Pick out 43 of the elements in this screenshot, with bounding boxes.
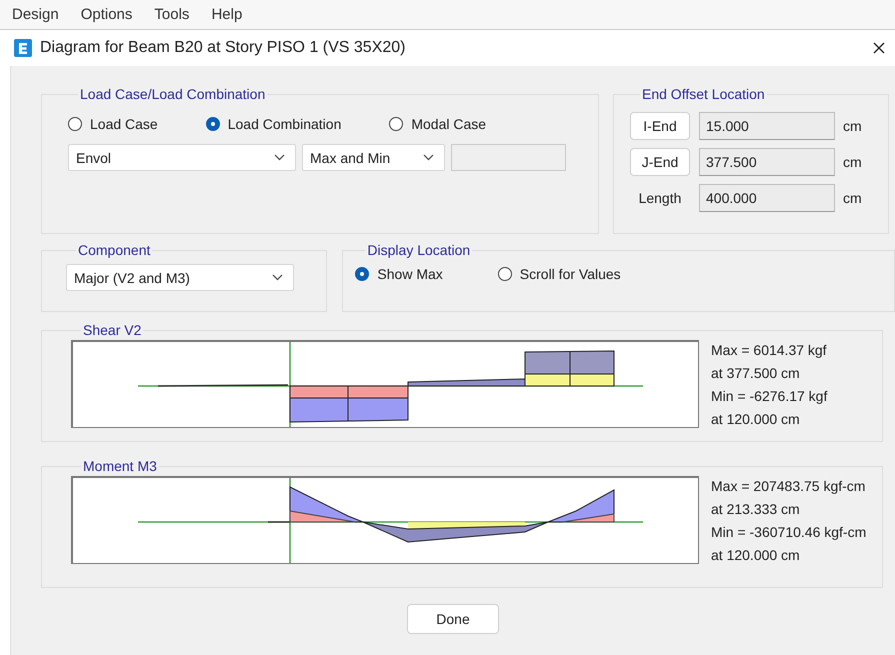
input-field[interactable]: 15.000: [699, 112, 835, 140]
end-button[interactable]: J-End: [630, 148, 690, 176]
value-text: Min = -6276.17 kgf: [711, 387, 828, 406]
value-text: Max = 207483.75 kgf-cm: [711, 477, 866, 496]
radio-button[interactable]: Scroll for Values: [498, 266, 621, 282]
radio-button[interactable]: Modal Case: [389, 116, 486, 132]
radio-button[interactable]: Show Max: [355, 266, 443, 282]
field-label: Length: [638, 190, 682, 206]
dropdown[interactable]: Major (V2 and M3): [66, 264, 294, 291]
menu-item[interactable]: Tools: [154, 6, 190, 23]
group-title: Shear V2: [82, 322, 142, 338]
group-title: Component: [77, 242, 152, 258]
close-icon[interactable]: [873, 42, 885, 54]
caret-icon: [423, 154, 434, 161]
done-button[interactable]: Done: [407, 604, 499, 634]
value-text: Min = -360710.46 kgf-cm: [711, 523, 866, 542]
unit-label: cm: [843, 118, 862, 134]
caret-icon: [274, 154, 285, 161]
end-button[interactable]: I-End: [630, 112, 690, 140]
group-title: Display Location: [366, 242, 472, 258]
value-text: at 377.500 cm: [711, 364, 801, 383]
menu-item[interactable]: Help: [211, 6, 242, 23]
app-icon: [14, 39, 32, 57]
dropdown[interactable]: Max and Min: [302, 144, 445, 171]
value-text: Max = 6014.37 kgf: [711, 341, 828, 360]
unit-label: cm: [843, 190, 862, 206]
radio-button[interactable]: Load Case: [68, 116, 158, 132]
value-text: at 120.000 cm: [711, 546, 801, 565]
window-title: Diagram for Beam B20 at Story PISO 1 (VS 35X20): [40, 39, 406, 57]
input-field[interactable]: 377.500: [699, 148, 835, 176]
radio-button[interactable]: Load Combination: [206, 116, 342, 132]
group-title: Load Case/Load Combination: [79, 86, 266, 102]
value-text: at 213.333 cm: [711, 500, 801, 519]
input-field[interactable]: 400.000: [699, 184, 835, 212]
caret-icon: [272, 274, 283, 281]
input-field[interactable]: [451, 144, 566, 171]
menu-item[interactable]: Options: [80, 6, 132, 23]
dropdown[interactable]: Envol: [68, 144, 296, 171]
value-text: at 120.000 cm: [711, 410, 801, 429]
group-title: End Offset Location: [641, 86, 766, 102]
unit-label: cm: [843, 154, 862, 170]
group-title: Moment M3: [82, 458, 158, 474]
menu-item[interactable]: Design: [12, 6, 59, 23]
